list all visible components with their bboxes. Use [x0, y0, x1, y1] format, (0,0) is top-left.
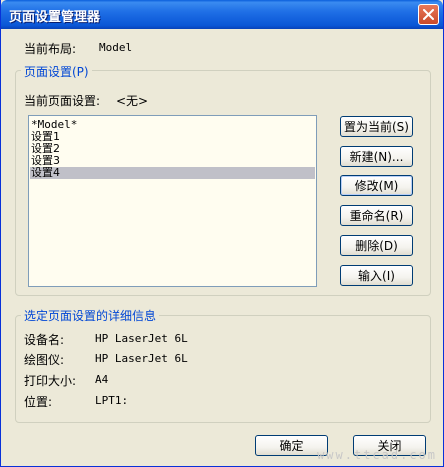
current-layout-label: 当前布局:	[24, 42, 77, 56]
current-page-setup-value: <无>	[116, 94, 149, 108]
current-layout-value: Model	[99, 41, 133, 54]
device-name-value: HP LaserJet 6L	[95, 332, 188, 345]
title-bar[interactable]: 页面设置管理器	[1, 0, 443, 29]
list-item[interactable]: 设置2	[30, 143, 315, 155]
close-icon	[423, 9, 434, 20]
plotter-label: 绘图仪:	[24, 353, 65, 367]
window-title: 页面设置管理器	[9, 10, 101, 25]
close-window-button[interactable]	[418, 4, 439, 25]
watermark-text: www.ttcad.com	[317, 448, 437, 462]
page-setup-list[interactable]: *Model* 设置1 设置2 设置3 设置4	[28, 115, 317, 287]
location-value: LPT1:	[95, 394, 129, 407]
list-item[interactable]: 设置3	[30, 155, 315, 167]
location-label: 位置:	[24, 395, 53, 409]
modify-button[interactable]: 修改(M)	[340, 175, 413, 196]
device-name-label: 设备名:	[24, 333, 65, 347]
plot-size-label: 打印大小:	[24, 374, 77, 388]
set-current-button[interactable]: 置为当前(S)	[340, 116, 413, 137]
details-group	[15, 315, 431, 423]
page-setup-group-title: 页面设置(P)	[21, 63, 92, 80]
list-item[interactable]: 设置1	[30, 131, 315, 143]
list-item[interactable]: *Model*	[30, 119, 315, 131]
plotter-value: HP LaserJet 6L	[95, 352, 188, 365]
new-button[interactable]: 新建(N)...	[340, 146, 413, 167]
current-page-setup-label: 当前页面设置:	[24, 94, 101, 108]
list-item-selected[interactable]: 设置4	[30, 167, 315, 179]
rename-button[interactable]: 重命名(R)	[340, 205, 413, 226]
plot-size-value: A4	[95, 373, 109, 386]
import-button[interactable]: 输入(I)	[340, 265, 413, 286]
details-group-title: 选定页面设置的详细信息	[21, 307, 160, 324]
page-setup-manager-dialog: 页面设置管理器 当前布局: Model 页面设置(P) 当前页面设置: <无> …	[0, 0, 444, 467]
delete-button[interactable]: 删除(D)	[340, 235, 413, 256]
